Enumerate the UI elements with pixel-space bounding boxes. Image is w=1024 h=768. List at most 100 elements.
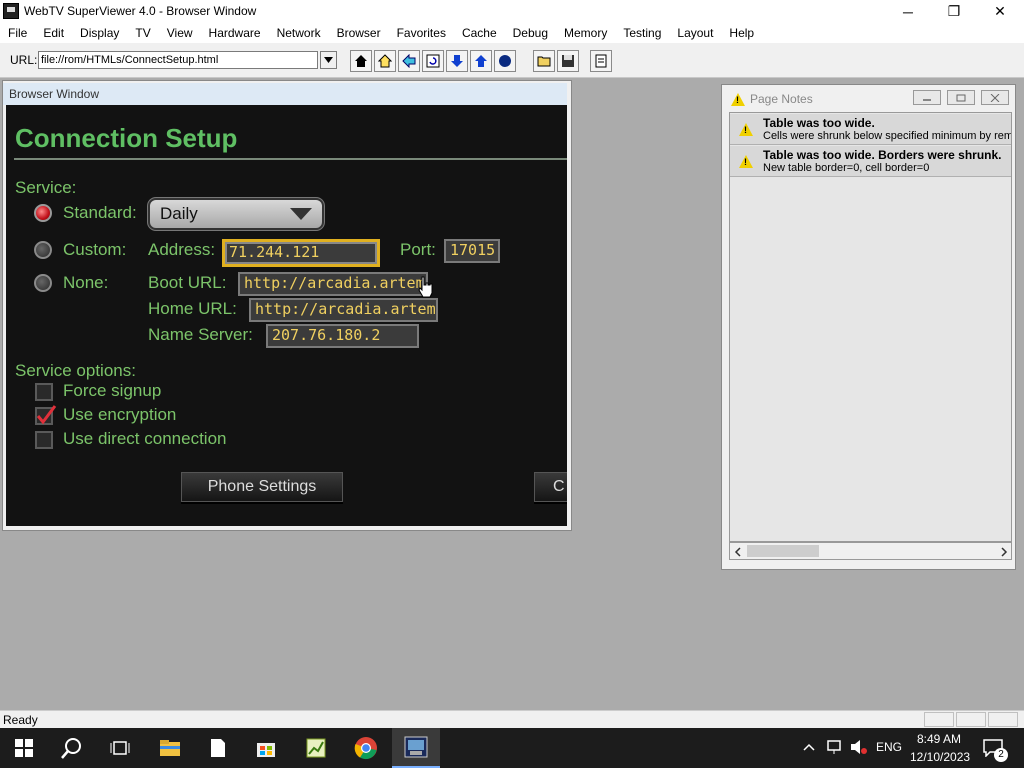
scroll-up-button[interactable]: [470, 50, 492, 72]
close-icon: [990, 93, 1000, 102]
standard-select[interactable]: Daily: [150, 200, 322, 228]
url-combobox[interactable]: [38, 51, 338, 69]
phone-settings-button[interactable]: Phone Settings: [181, 472, 343, 502]
chevron-up-icon[interactable]: [803, 742, 815, 752]
webtv-viewer-button[interactable]: [392, 728, 440, 768]
scroll-down-button[interactable]: [446, 50, 468, 72]
boot-url-input[interactable]: http://arcadia.artem: [238, 272, 428, 296]
app-icon: [3, 3, 19, 19]
list-item[interactable]: Table was too wide. Borders were shrunk.…: [730, 146, 1011, 177]
menu-file[interactable]: File: [0, 23, 35, 43]
home-button[interactable]: [374, 50, 396, 72]
custom-radio[interactable]: [34, 241, 52, 259]
window-title: WebTV SuperViewer 4.0 - Browser Window: [24, 4, 257, 18]
back-button[interactable]: [398, 50, 420, 72]
chevron-down-icon: [324, 57, 333, 63]
store-button[interactable]: [242, 728, 290, 768]
home-url-input[interactable]: http://arcadia.artem: [249, 298, 438, 322]
chrome-button[interactable]: [342, 728, 390, 768]
none-radio[interactable]: [34, 274, 52, 292]
menu-network[interactable]: Network: [269, 23, 329, 43]
menu-layout[interactable]: Layout: [669, 23, 721, 43]
menu-edit[interactable]: Edit: [35, 23, 72, 43]
menu-cache[interactable]: Cache: [454, 23, 505, 43]
maximize-icon: [956, 94, 966, 101]
list-item[interactable]: Table was too wide. Cells were shrunk be…: [730, 114, 1012, 145]
service-options-label: Service options:: [15, 361, 136, 380]
clock-time[interactable]: 8:49 AM: [917, 732, 961, 746]
url-dropdown-button[interactable]: [320, 51, 337, 69]
menu-bar: File Edit Display TV View Hardware Netwo…: [0, 23, 1024, 43]
standard-radio[interactable]: [34, 204, 52, 222]
search-button[interactable]: [48, 728, 96, 768]
notepad-button[interactable]: [194, 728, 242, 768]
menu-hardware[interactable]: Hardware: [201, 23, 269, 43]
menu-testing[interactable]: Testing: [615, 23, 669, 43]
page-button[interactable]: [590, 50, 612, 72]
open-folder-icon: [537, 56, 551, 67]
menu-help[interactable]: Help: [721, 23, 762, 43]
status-text: Ready: [3, 713, 38, 727]
scroll-left-icon[interactable]: [734, 547, 742, 557]
page-notes-list[interactable]: Table was too wide. Cells were shrunk be…: [729, 112, 1012, 542]
note-heading: Table was too wide.: [763, 116, 875, 130]
task-view-button[interactable]: [96, 728, 144, 768]
hand-cursor-icon: [418, 276, 433, 298]
clock-date[interactable]: 12/10/2023: [910, 750, 970, 764]
browser-window-titlebar[interactable]: Browser Window: [3, 83, 567, 105]
url-input[interactable]: [38, 51, 318, 69]
scroll-right-icon[interactable]: [1000, 547, 1008, 557]
reload-button[interactable]: [422, 50, 444, 72]
force-signup-checkbox[interactable]: [35, 383, 53, 401]
menu-display[interactable]: Display: [72, 23, 127, 43]
page-notes-title: Page Notes: [750, 92, 813, 106]
home-icon: [378, 54, 392, 68]
menu-tv[interactable]: TV: [127, 23, 158, 43]
menu-favorites[interactable]: Favorites: [389, 23, 454, 43]
chrome-icon: [354, 737, 377, 760]
home-dark-button[interactable]: [350, 50, 372, 72]
save-button[interactable]: [557, 50, 579, 72]
status-bar: Ready: [0, 710, 1024, 728]
stop-button[interactable]: [494, 50, 516, 72]
menu-debug[interactable]: Debug: [505, 23, 556, 43]
menu-memory[interactable]: Memory: [556, 23, 615, 43]
close-button[interactable]: ✕: [977, 0, 1023, 23]
minimize-button[interactable]: ─: [885, 0, 931, 23]
menu-browser[interactable]: Browser: [329, 23, 389, 43]
language-indicator[interactable]: ENG: [876, 740, 902, 754]
menu-view[interactable]: View: [159, 23, 201, 43]
scrollbar-thumb[interactable]: [747, 545, 819, 557]
network-icon[interactable]: [826, 739, 844, 755]
port-input[interactable]: 17015: [444, 239, 500, 263]
notes-maximize-button[interactable]: [947, 90, 975, 105]
start-button[interactable]: [0, 728, 48, 768]
use-encryption-checkbox[interactable]: [35, 405, 57, 425]
save-disk-icon: [562, 55, 574, 67]
windows-logo-icon: [15, 739, 33, 757]
home-url-label: Home URL:: [148, 299, 237, 318]
name-server-input[interactable]: 207.76.180.2: [266, 324, 419, 348]
home-dark-icon: [355, 55, 367, 67]
maximize-button[interactable]: ❐: [931, 0, 977, 23]
note-detail: Cells were shrunk below specified minimu…: [763, 130, 1012, 142]
notification-badge: 2: [994, 748, 1008, 762]
cutoff-button[interactable]: C: [534, 472, 567, 502]
open-button[interactable]: [533, 50, 555, 72]
notes-close-button[interactable]: [981, 90, 1009, 105]
back-arrow-icon: [402, 54, 416, 68]
custom-label: Custom:: [63, 240, 127, 259]
notes-minimize-button[interactable]: [913, 90, 941, 105]
folder-icon: [160, 740, 180, 756]
address-label: Address:: [148, 240, 216, 259]
notes-horizontal-scrollbar[interactable]: [729, 542, 1012, 560]
use-direct-connection-checkbox[interactable]: [35, 431, 53, 449]
app-chart-button[interactable]: [292, 728, 340, 768]
force-signup-label: Force signup: [63, 381, 162, 400]
name-server-label: Name Server:: [148, 325, 253, 344]
address-input[interactable]: 71.244.121: [222, 239, 380, 267]
browser-window-title: Browser Window: [9, 87, 100, 101]
volume-muted-icon[interactable]: [850, 739, 868, 755]
page-title: Connection Setup: [15, 123, 238, 153]
file-explorer-button[interactable]: [146, 728, 194, 768]
